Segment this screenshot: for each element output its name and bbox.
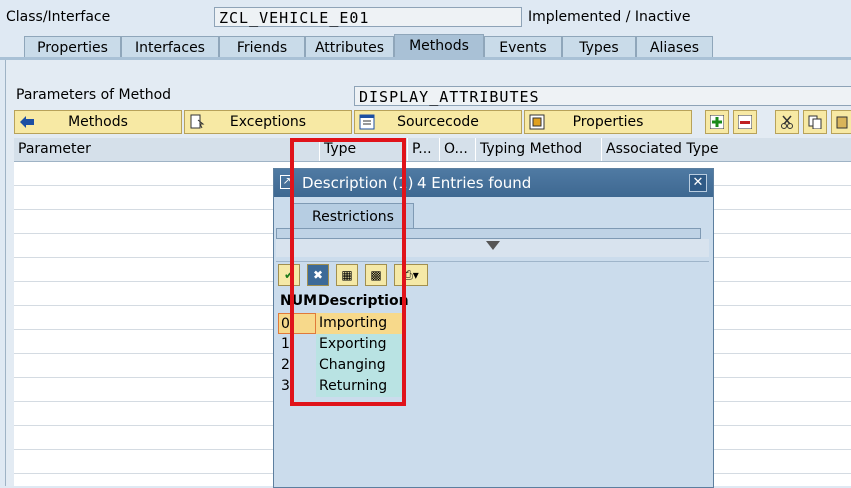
tab-interfaces[interactable]: Interfaces	[121, 36, 219, 58]
sourcecode-button[interactable]: Sourcecode	[354, 110, 522, 134]
exceptions-button-label: Exceptions	[229, 114, 307, 130]
sourcecode-button-label: Sourcecode	[397, 114, 479, 130]
delete-row-icon	[737, 114, 753, 130]
tab-methods[interactable]: Methods	[394, 34, 484, 58]
col-optional[interactable]: O...	[440, 138, 476, 161]
class-name-field[interactable]: ZCL_VEHICLE_E01	[214, 7, 522, 27]
tab-properties[interactable]: Properties	[24, 36, 121, 58]
methods-button[interactable]: Methods	[14, 110, 182, 134]
properties-button[interactable]: Properties	[524, 110, 692, 134]
paste-button[interactable]	[831, 110, 851, 134]
methods-button-label: Methods	[68, 114, 128, 130]
method-name-field[interactable]: DISPLAY_ATTRIBUTES	[354, 86, 851, 106]
copy-button[interactable]	[803, 110, 827, 134]
close-icon[interactable]: ✕	[689, 174, 707, 192]
copy-icon	[808, 115, 822, 130]
class-status-text: Implemented / Inactive	[528, 9, 691, 25]
expand-down-icon	[486, 241, 500, 250]
tab-friends[interactable]: Friends	[219, 36, 305, 58]
col-associated-type[interactable]: Associated Type	[602, 138, 851, 161]
tab-attributes[interactable]: Attributes	[305, 36, 394, 58]
parameter-table-header: Parameter Type P... O... Typing Method A…	[14, 138, 851, 162]
insert-row-button[interactable]	[705, 110, 729, 134]
tab-strip: Properties Interfaces Friends Attributes…	[0, 34, 851, 58]
tab-events[interactable]: Events	[484, 36, 562, 58]
class-interface-label: Class/Interface	[6, 9, 111, 25]
properties-icon	[529, 114, 545, 130]
col-typing-method[interactable]: Typing Method	[476, 138, 602, 161]
entries-found-text: 4 Entries found	[417, 174, 532, 192]
exceptions-icon	[189, 114, 205, 130]
exceptions-button[interactable]: Exceptions	[184, 110, 352, 134]
properties-button-label: Properties	[572, 114, 644, 130]
col-pass-value[interactable]: P...	[408, 138, 440, 161]
arrow-left-icon	[19, 114, 35, 130]
cut-button[interactable]	[775, 110, 799, 134]
sourcecode-icon	[359, 114, 375, 130]
delete-row-button[interactable]	[733, 110, 757, 134]
highlight-annotation-box	[290, 138, 406, 406]
paste-icon	[836, 115, 850, 129]
col-parameter[interactable]: Parameter	[14, 138, 320, 161]
scissors-icon	[780, 115, 794, 129]
insert-row-icon	[709, 114, 725, 130]
tab-types[interactable]: Types	[562, 36, 636, 58]
parameters-of-method-label: Parameters of Method	[16, 87, 172, 103]
tab-aliases[interactable]: Aliases	[636, 36, 713, 58]
